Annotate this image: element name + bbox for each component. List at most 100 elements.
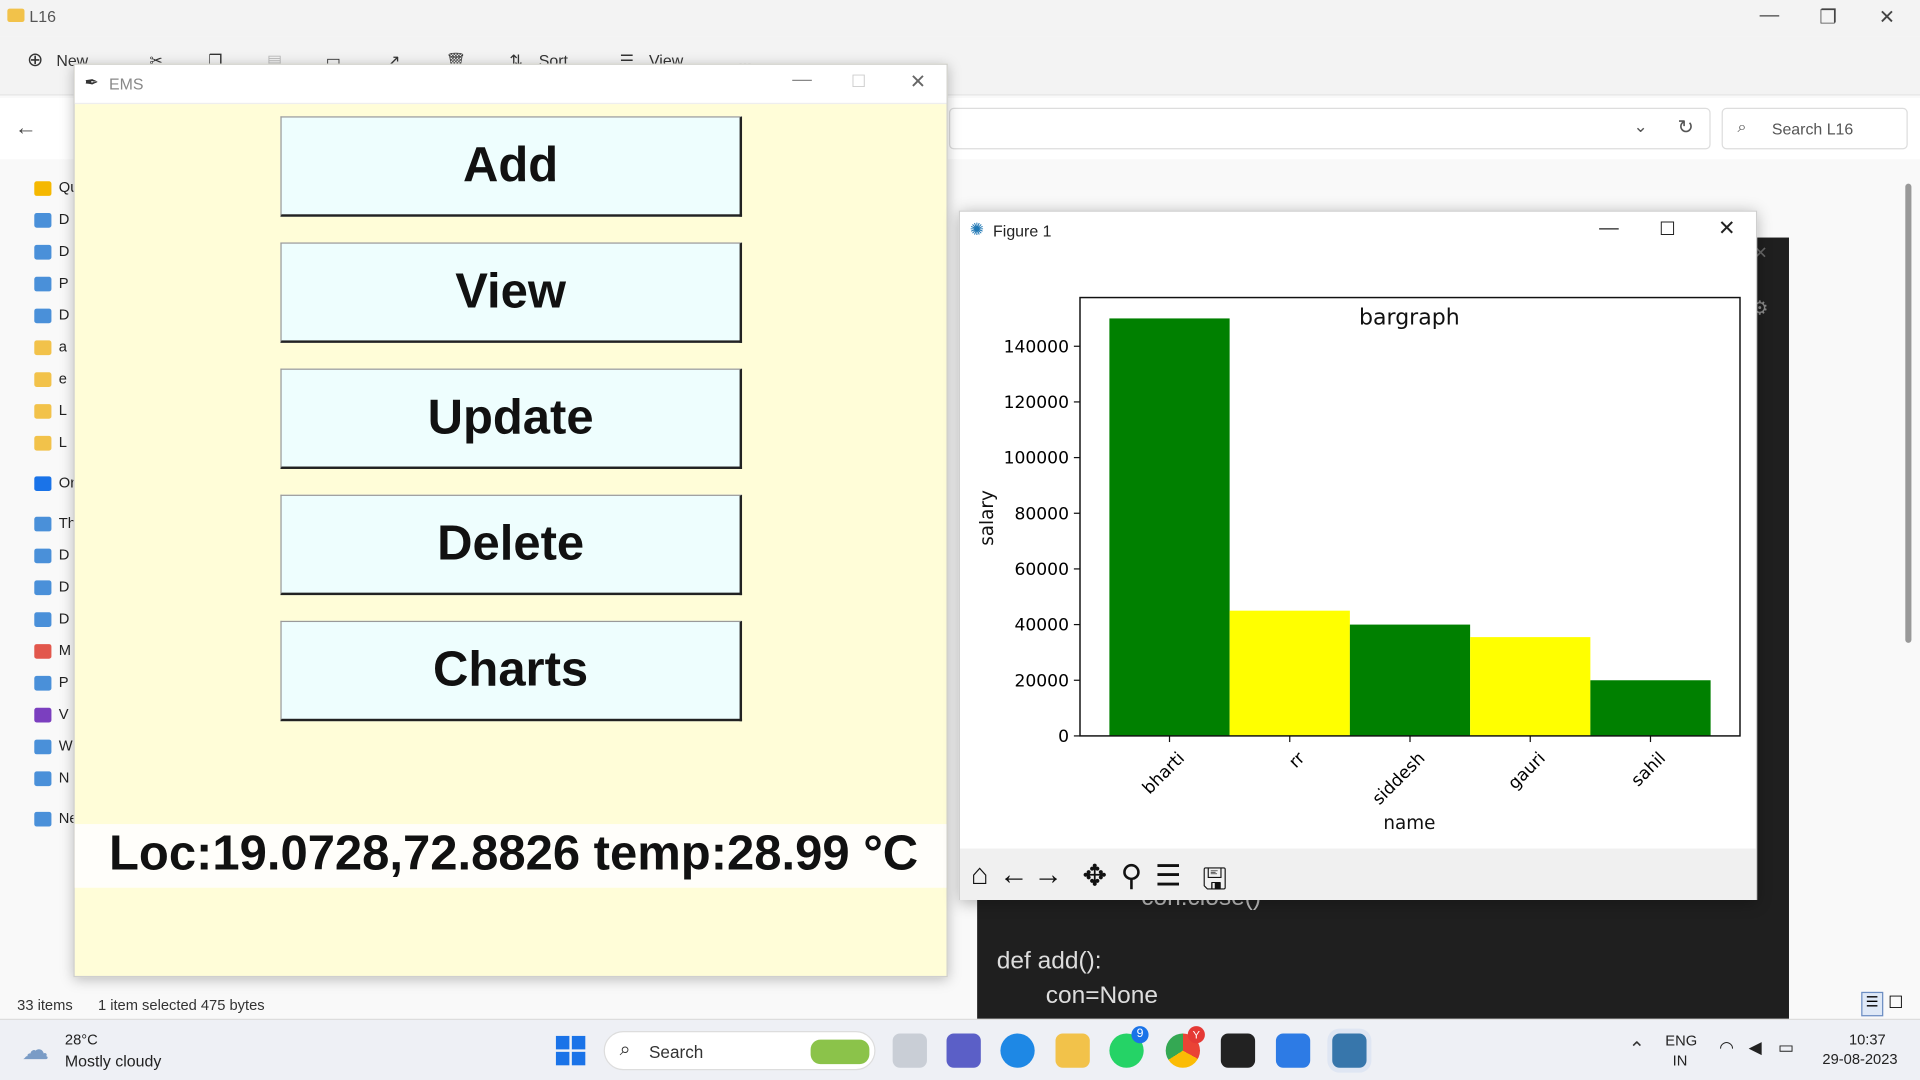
address-input[interactable]: ⌄ ↻ [948,107,1711,150]
document-icon [34,244,52,260]
maximize-icon[interactable]: ☐ [1659,218,1675,240]
sidebar-item[interactable]: D [7,211,73,240]
maximize-icon[interactable]: ☐ [851,71,866,92]
home-icon[interactable]: ⌂ [962,858,996,892]
sidebar-item-label: D [58,609,70,627]
sidebar-item[interactable]: L [7,433,73,462]
location-temperature-label: Loc:19.0728,72.8826 temp:28.99 °C [74,824,947,888]
sidebar-item-label: W [58,737,73,755]
minimize-icon[interactable]: — [1741,5,1797,27]
sidebar-item-label: Ne [58,809,74,827]
edge-icon[interactable] [1000,1033,1035,1068]
sidebar-item[interactable]: e [7,370,73,399]
chrome-badge: Y [1187,1026,1205,1044]
pan-icon[interactable]: ✥ [1078,858,1112,894]
figure-toolbar: ⌂ ← → ✥ ⚲ ☰ 🖫 [960,848,1756,901]
weather-temp[interactable]: 28°C [65,1031,98,1048]
clock-date[interactable]: 29-08-2023 [1817,1051,1903,1068]
sidebar-item[interactable]: D [7,242,73,271]
battery-icon[interactable]: ▭ [1778,1037,1794,1058]
x-tick-label: sahil [1628,748,1670,790]
sidebar-item[interactable]: P [7,673,73,702]
sidebar-item-label: D [58,546,70,564]
task-view-icon[interactable] [892,1033,927,1068]
back-arrow-icon[interactable]: ← [15,115,37,141]
sidebar-item[interactable]: M [7,642,73,671]
sidebar-item-label: D [58,242,70,260]
tiles-view-icon[interactable]: ☐ [1888,992,1903,1013]
close-icon[interactable]: ✕ [910,70,926,94]
explorer-statusbar: 33 items 1 item selected 475 bytes [0,991,978,1019]
notepad-icon[interactable] [1275,1033,1311,1068]
configure-icon[interactable]: ☰ [1151,858,1185,894]
whatsapp-icon[interactable]: 9 [1109,1026,1149,1068]
computer-icon [34,516,52,532]
sidebar-item-label: L [58,433,67,451]
chrome-icon[interactable]: Y [1165,1026,1205,1068]
file-explorer-icon[interactable] [1055,1033,1090,1068]
add-button[interactable]: Add [280,116,743,217]
sidebar-item[interactable]: Th [7,514,73,543]
update-button[interactable]: Update [280,368,743,469]
search-icon: ⌕ [619,1039,631,1061]
sidebar-item[interactable]: D [7,546,73,575]
picture-icon [34,276,52,292]
language-line1[interactable]: ENG [1665,1032,1697,1049]
volume-icon[interactable]: ◀ [1749,1037,1762,1058]
scrollbar-thumb[interactable] [1905,183,1912,643]
taskbar-search[interactable]: ⌕ Search [603,1031,876,1071]
sidebar-item[interactable]: L [7,402,73,431]
download-icon [34,612,52,627]
wifi-icon[interactable]: ◠ [1719,1037,1734,1058]
details-view-icon[interactable]: ☰ [1861,991,1884,1017]
sidebar-item[interactable]: D [7,578,73,607]
explorer-scrollbar[interactable] [1901,159,1917,992]
save-icon[interactable]: 🖫 [1198,858,1232,908]
view-button[interactable]: View [280,242,743,343]
add-icon[interactable]: ⊕ [27,48,43,72]
bar-rr [1229,610,1350,736]
start-windows-icon[interactable] [555,1035,586,1066]
zoom-icon[interactable]: ⚲ [1114,858,1148,894]
refresh-icon[interactable]: ↻ [1678,115,1694,139]
restore-icon[interactable]: ❐ [1800,5,1856,29]
sidebar-item[interactable]: P [7,274,73,303]
search-input[interactable]: ⌕ Search L16 [1721,107,1908,150]
minimize-icon[interactable]: — [1599,218,1619,240]
sidebar-item[interactable]: D [7,610,73,639]
tray-chevron-up-icon[interactable]: ⌃ [1629,1037,1645,1061]
language-line2[interactable]: IN [1673,1052,1688,1069]
sidebar-item[interactable]: Qu [7,179,73,208]
close-icon[interactable]: ✕ [1859,5,1915,29]
search-placeholder: Search L16 [1771,120,1854,139]
code-line: con=None [1045,982,1159,1009]
sidebar-item-label: a [58,337,67,356]
weather-desc[interactable]: Mostly cloudy [65,1052,161,1070]
sidebar-item[interactable]: V [7,705,73,734]
x-tick-label: siddesh [1369,748,1430,809]
forward-icon[interactable]: → [1031,858,1065,892]
terminal-icon[interactable] [1220,1033,1256,1068]
python-icon[interactable] [1332,1033,1367,1068]
sidebar-item[interactable]: D [7,306,73,335]
teams-icon[interactable] [946,1033,981,1068]
view-toggles: ☰ ☐ [1859,991,1908,1019]
x-ticks: bharti rr siddesh gauri sahil [1139,735,1670,809]
sidebar-item[interactable]: a [7,338,73,367]
minimize-icon[interactable]: — [792,70,812,92]
sidebar-item[interactable]: W [7,737,73,766]
sidebar-item[interactable]: Ne [7,809,73,838]
charts-button[interactable]: Charts [280,620,743,722]
bar-gauri [1470,637,1591,736]
sidebar-item[interactable]: Or [7,474,73,503]
delete-button[interactable]: Delete [280,494,743,596]
sidebar-item-label: L [58,401,67,419]
network-icon [34,811,52,827]
x-tick-label: gauri [1504,748,1549,793]
clock-time[interactable]: 10:37 [1837,1031,1898,1048]
sidebar-item[interactable]: N [7,769,73,798]
music-icon [34,643,52,659]
close-icon[interactable]: ✕ [1718,217,1735,241]
back-icon[interactable]: ← [997,858,1031,892]
chevron-down-icon[interactable]: ⌄ [1633,116,1647,137]
